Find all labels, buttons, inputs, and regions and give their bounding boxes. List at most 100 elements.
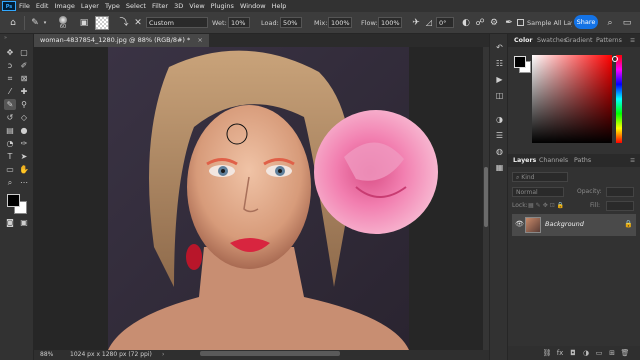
tab-layers[interactable]: Layers [513, 154, 536, 167]
mixer-brush-tool-icon[interactable]: ✎ [4, 99, 16, 110]
move-tool-icon[interactable]: ✥ [4, 47, 16, 58]
layer-name[interactable]: Background [545, 220, 584, 228]
eye-icon[interactable]: 👁 [515, 220, 524, 228]
opacity-field[interactable] [606, 187, 634, 197]
quick-select-tool-icon[interactable]: ✐ [18, 60, 30, 71]
crop-tool-icon[interactable]: ⌗ [4, 73, 16, 84]
workspace-icon[interactable]: ▭ [620, 16, 634, 30]
document-tab[interactable]: woman-4837854_1280.jpg @ 88% (RGB/8#) * … [34, 34, 209, 47]
dodge-tool-icon[interactable]: ◔ [4, 138, 16, 149]
menu-plugins[interactable]: Plugins [208, 2, 237, 10]
eyedropper-tool-icon[interactable]: ⁄ [4, 86, 16, 97]
adjustment-layer-icon[interactable]: ◑ [581, 348, 591, 358]
wet-field[interactable]: 10% [228, 17, 250, 28]
actions-icon[interactable]: ▶ [493, 74, 506, 86]
adjustments-icon[interactable]: ◑ [493, 114, 506, 126]
tab-color[interactable]: Color [514, 34, 533, 47]
foreground-color-swatch-top[interactable] [7, 194, 20, 207]
tab-paths[interactable]: Paths [574, 154, 591, 167]
share-button[interactable]: Share [574, 15, 598, 29]
more-tools-icon[interactable]: ⋯ [18, 177, 30, 188]
styles-icon[interactable]: ☰ [493, 130, 506, 142]
lock-options-icons[interactable]: ▦✎✥⊡🔒 [528, 201, 566, 211]
delete-layer-icon[interactable]: 🗑 [620, 348, 630, 358]
tab-gradient[interactable]: Gradient [565, 34, 592, 47]
panel-menu-icon[interactable]: ≡ [630, 34, 635, 47]
canvas-area[interactable] [34, 47, 489, 350]
flow-field[interactable]: 100% [378, 17, 402, 28]
brush-preset-picker[interactable]: 60 [56, 15, 70, 31]
menu-window[interactable]: Window [237, 2, 269, 10]
clean-brush-icon[interactable]: ✕ [132, 16, 144, 30]
history-icon[interactable]: ↶ [493, 42, 506, 54]
add-mask-icon[interactable]: ◘ [568, 348, 578, 358]
blend-preset-select[interactable]: Custom [146, 17, 208, 28]
healing-brush-tool-icon[interactable]: ✚ [18, 86, 30, 97]
menu-filter[interactable]: Filter [149, 2, 171, 10]
angle-field[interactable]: 0° [436, 17, 454, 28]
frame-tool-icon[interactable]: ⊠ [18, 73, 30, 84]
home-icon[interactable]: ⌂ [6, 16, 20, 30]
hand-tool-icon[interactable]: ✋ [18, 164, 30, 175]
eraser-tool-icon[interactable]: ◇ [18, 112, 30, 123]
pressure-size-icon[interactable]: ✒ [504, 16, 514, 30]
close-icon[interactable]: × [197, 36, 202, 44]
load-field[interactable]: 50% [280, 17, 302, 28]
tab-patterns[interactable]: Patterns [596, 34, 622, 47]
fill-field[interactable] [606, 201, 634, 211]
navigator-icon[interactable]: ◍ [493, 146, 506, 158]
menu-type[interactable]: Type [102, 2, 123, 10]
pen-tool-icon[interactable]: ✑ [18, 138, 30, 149]
status-menu-icon[interactable]: › [162, 350, 164, 360]
panel-menu-icon[interactable]: ≡ [630, 154, 635, 167]
gear-icon[interactable]: ⚙ [488, 16, 500, 30]
menu-edit[interactable]: Edit [33, 2, 52, 10]
blend-mode-select[interactable]: Normal [512, 187, 564, 197]
tab-channels[interactable]: Channels [539, 154, 568, 167]
symmetry-icon[interactable]: ☍ [474, 16, 486, 30]
clone-stamp-tool-icon[interactable]: ⚲ [18, 99, 30, 110]
mix-field[interactable]: 100% [328, 17, 352, 28]
document-canvas[interactable] [34, 47, 489, 350]
airbrush-icon[interactable]: ✈ [410, 16, 422, 30]
zoom-level[interactable]: 88% [40, 350, 53, 360]
zoom-tool-icon[interactable]: ⌕ [4, 177, 16, 188]
brush-settings-icon[interactable]: ▣ [78, 16, 90, 30]
quick-mask-icon[interactable]: ◙ [4, 217, 16, 228]
rectangle-tool-icon[interactable]: ▭ [4, 164, 16, 175]
load-brush-icon[interactable]: ⤵ [118, 16, 130, 30]
pressure-opacity-icon[interactable]: ◐ [460, 16, 472, 30]
foreground-color-chip-top[interactable] [514, 56, 526, 68]
new-layer-icon[interactable]: ⊞ [607, 348, 617, 358]
menu-layer[interactable]: Layer [78, 2, 102, 10]
menu-image[interactable]: Image [51, 2, 77, 10]
properties-icon[interactable]: ☷ [493, 58, 506, 70]
blur-tool-icon[interactable]: ● [18, 125, 30, 136]
menu-file[interactable]: File [16, 2, 33, 10]
libraries-icon[interactable]: ◫ [493, 90, 506, 102]
layer-style-icon[interactable]: fx [555, 348, 565, 358]
tab-swatches[interactable]: Swatches [537, 34, 567, 47]
new-group-icon[interactable]: ▭ [594, 348, 604, 358]
link-layers-icon[interactable]: ⛓ [542, 348, 552, 358]
menu-3d[interactable]: 3D [171, 2, 186, 10]
menu-select[interactable]: Select [123, 2, 149, 10]
color-picker-field[interactable] [532, 55, 612, 143]
hue-slider[interactable] [616, 55, 622, 143]
horizontal-scrollbar[interactable] [200, 351, 340, 356]
layer-filter-kind[interactable]: ⌕ Kind [512, 172, 568, 182]
scrollbar-thumb[interactable] [484, 167, 488, 227]
path-selection-tool-icon[interactable]: ➤ [18, 151, 30, 162]
layer-row-background[interactable]: 👁 Background 🔒 [512, 214, 636, 236]
info-icon[interactable]: ▦ [493, 162, 506, 174]
document-info[interactable]: 1024 px x 1280 px (72 ppi) [70, 350, 152, 360]
gradient-tool-icon[interactable]: ▤ [4, 125, 16, 136]
history-brush-tool-icon[interactable]: ↺ [4, 112, 16, 123]
toolbar-collapse-icon[interactable]: » [4, 36, 28, 41]
color-picker-handle[interactable] [612, 56, 618, 62]
sample-all-layers-checkbox[interactable] [517, 19, 524, 26]
type-tool-icon[interactable]: T [4, 151, 16, 162]
menu-help[interactable]: Help [269, 2, 290, 10]
search-icon[interactable]: ⌕ [604, 16, 616, 30]
artboard-tool-icon[interactable]: ▢ [18, 47, 30, 58]
